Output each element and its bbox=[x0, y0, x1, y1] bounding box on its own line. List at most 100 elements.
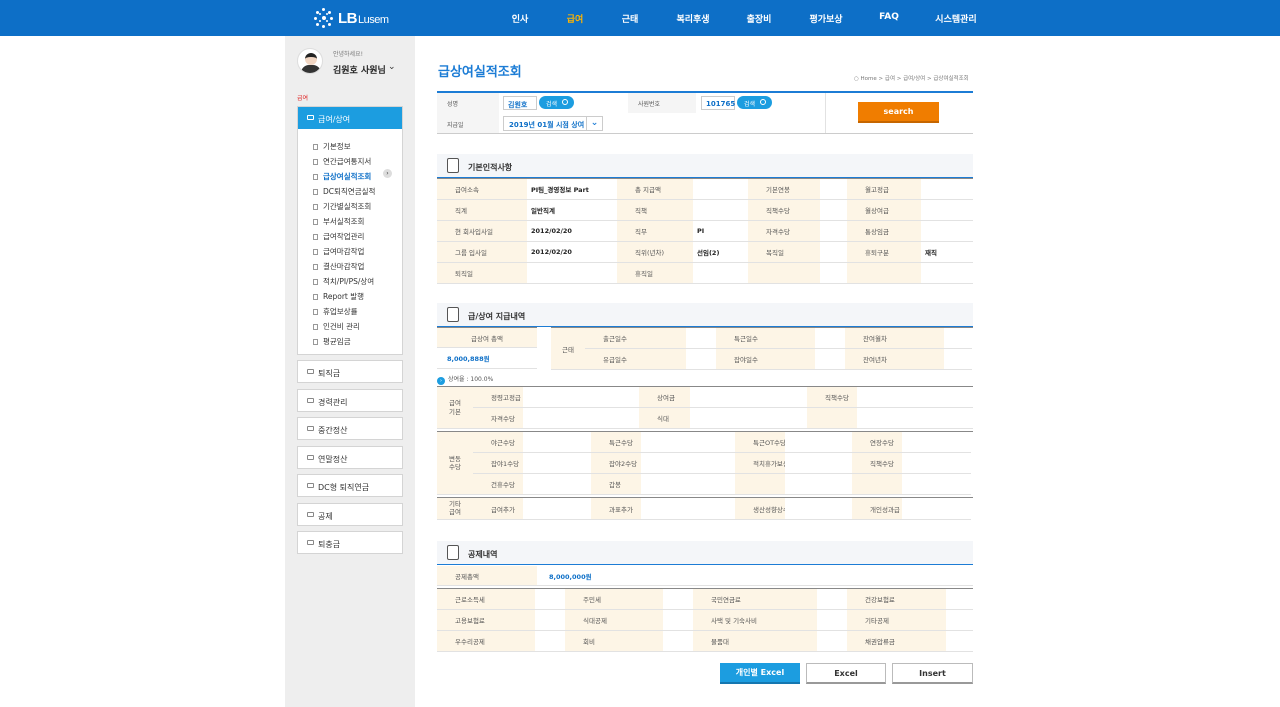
sidebar-item-deduction[interactable]: 공제 bbox=[297, 503, 403, 526]
section-title: 공제내역 bbox=[468, 550, 498, 559]
sidebar-item-payroll-bonus[interactable]: 급여/상여 bbox=[298, 107, 402, 129]
sidebar-item-reserve[interactable]: 퇴충금 bbox=[297, 531, 403, 554]
field-label: 채권압류금 bbox=[847, 631, 946, 652]
field-value bbox=[944, 349, 972, 370]
paydate-label: 지급일 bbox=[447, 122, 464, 129]
submenu-dept-history[interactable]: 부서실적조회 bbox=[313, 216, 364, 227]
field-label: 국민연금료 bbox=[693, 589, 817, 610]
field-value bbox=[686, 328, 716, 349]
name-field[interactable]: 김원호 bbox=[503, 96, 537, 110]
document-icon bbox=[313, 234, 318, 240]
folder-icon bbox=[307, 426, 314, 431]
field-label: 적치휴가보상수당 bbox=[735, 453, 785, 474]
field-label: 급여소속 bbox=[437, 179, 527, 200]
field-value bbox=[815, 328, 845, 349]
submenu-leave-compensation[interactable]: 휴업보상률 bbox=[313, 306, 358, 317]
submenu-settlement-closing[interactable]: 결산마감작업 bbox=[313, 261, 364, 272]
attendance-label: 근태 bbox=[551, 328, 585, 370]
document-icon bbox=[313, 174, 318, 180]
nav-system[interactable]: 시스템관리 bbox=[935, 12, 976, 25]
search-button[interactable]: search bbox=[858, 102, 939, 123]
submenu-basic-info[interactable]: 기본정보 bbox=[313, 141, 351, 152]
field-value bbox=[535, 589, 565, 610]
field-label: 건강보험료 bbox=[847, 589, 946, 610]
sidebar-item-career[interactable]: 경력관리 bbox=[297, 389, 403, 412]
field-label: 특근일수 bbox=[716, 328, 815, 349]
field-label: 직책 bbox=[617, 200, 693, 221]
document-icon bbox=[313, 294, 318, 300]
field-label: 회비 bbox=[565, 631, 663, 652]
field-label: 생산성향상수당(月) bbox=[735, 498, 785, 520]
field-label: 현 회사입사일 bbox=[437, 221, 527, 242]
field-label: 물품대 bbox=[693, 631, 817, 652]
personal-excel-button[interactable]: 개인별 Excel bbox=[720, 663, 800, 684]
document-icon bbox=[313, 324, 318, 330]
field-label: 식대 bbox=[639, 408, 690, 429]
field-value bbox=[857, 387, 973, 408]
name-label: 성명 bbox=[447, 101, 459, 108]
empno-search-button[interactable]: 검색 bbox=[737, 96, 772, 109]
nav-travel[interactable]: 출장비 bbox=[747, 12, 772, 25]
submenu-dc-pension[interactable]: DC퇴직연금실적 bbox=[313, 186, 375, 197]
submenu-pi-ps-bonus[interactable]: 적치/PI/PS/상여 bbox=[313, 276, 374, 287]
field-value bbox=[820, 221, 847, 242]
id-badge-icon bbox=[447, 158, 459, 173]
field-value bbox=[817, 610, 847, 631]
sidebar-item-severance[interactable]: 퇴직금 bbox=[297, 360, 403, 383]
field-label: 건휴수당 bbox=[473, 474, 523, 495]
field-label: 직위(년차) bbox=[617, 242, 693, 263]
field-value bbox=[921, 200, 973, 221]
submenu-average-wage[interactable]: 평균임금 bbox=[313, 336, 351, 347]
greeting-text: 안녕하세요! bbox=[333, 51, 364, 58]
field-label: 직책수당 bbox=[852, 453, 902, 474]
user-name[interactable]: 김원호 사원님 bbox=[333, 63, 386, 76]
folder-icon bbox=[307, 398, 314, 403]
field-value bbox=[641, 474, 735, 495]
nav-hr[interactable]: 인사 bbox=[512, 12, 529, 25]
submenu-payroll-work[interactable]: 급여작업관리 bbox=[313, 231, 364, 242]
other-pay-label: 기타 급여 bbox=[437, 498, 473, 520]
submenu-period-history[interactable]: 기간별실적조회 bbox=[313, 201, 371, 212]
sidebar-item-interim[interactable]: 중간정산 bbox=[297, 417, 403, 440]
empno-field[interactable]: 101765 bbox=[701, 96, 735, 110]
chevron-down-icon[interactable]: ⌄ bbox=[388, 62, 396, 72]
nav-faq[interactable]: FAQ bbox=[879, 12, 899, 22]
excel-button[interactable]: Excel bbox=[806, 663, 886, 684]
field-label: 주민세 bbox=[565, 589, 663, 610]
field-label: 출근일수 bbox=[585, 328, 686, 349]
submenu-annual-notice[interactable]: 연간급여통지서 bbox=[313, 156, 371, 167]
lb-lusem-logo[interactable]: LBLusem bbox=[314, 6, 389, 30]
paydate-select[interactable]: 2019년 01월 시점 상여 ⌄ bbox=[503, 116, 603, 131]
field-label bbox=[748, 263, 820, 284]
document-icon bbox=[313, 219, 318, 225]
nav-payroll[interactable]: 급여 bbox=[567, 12, 584, 25]
field-label: 우수리공제 bbox=[437, 631, 535, 652]
nav-welfare[interactable]: 복리후생 bbox=[676, 12, 709, 25]
field-value bbox=[690, 408, 807, 429]
section-title: 기본인적사항 bbox=[468, 163, 513, 172]
user-profile: 안녕하세요! 김원호 사원님 ⌄ bbox=[297, 44, 403, 84]
field-value bbox=[663, 589, 693, 610]
field-label: 잡야1수당 bbox=[473, 453, 523, 474]
document-icon bbox=[313, 339, 318, 345]
field-label: 휴퇴구분 bbox=[847, 242, 921, 263]
field-label: 통상임금 bbox=[847, 221, 921, 242]
folder-icon bbox=[307, 540, 314, 545]
nav-attendance[interactable]: 근태 bbox=[622, 12, 639, 25]
submenu-labor-cost[interactable]: 인건비 관리 bbox=[313, 321, 360, 332]
field-value: 2012/02/20 bbox=[527, 221, 617, 242]
insert-button[interactable]: Insert bbox=[892, 663, 973, 684]
submenu-payroll-closing[interactable]: 급여마감작업 bbox=[313, 246, 364, 257]
field-value bbox=[663, 610, 693, 631]
sidebar-item-dc-pension[interactable]: DC형 퇴직연금 bbox=[297, 474, 403, 497]
submenu-payroll-history[interactable]: 급상여실적조회 bbox=[313, 171, 371, 182]
name-search-button[interactable]: 검색 bbox=[539, 96, 574, 109]
submenu-report[interactable]: Report 발행 bbox=[313, 291, 364, 302]
field-value bbox=[535, 631, 565, 652]
field-label: 잔여월차 bbox=[845, 328, 944, 349]
nav-evaluation[interactable]: 평가보상 bbox=[809, 12, 842, 25]
sidebar-item-year-end[interactable]: 연말정산 bbox=[297, 446, 403, 469]
field-value: PI팀_경영정보 Part bbox=[527, 179, 617, 200]
field-label: 잔여년차 bbox=[845, 349, 944, 370]
field-label: 직계 bbox=[437, 200, 527, 221]
